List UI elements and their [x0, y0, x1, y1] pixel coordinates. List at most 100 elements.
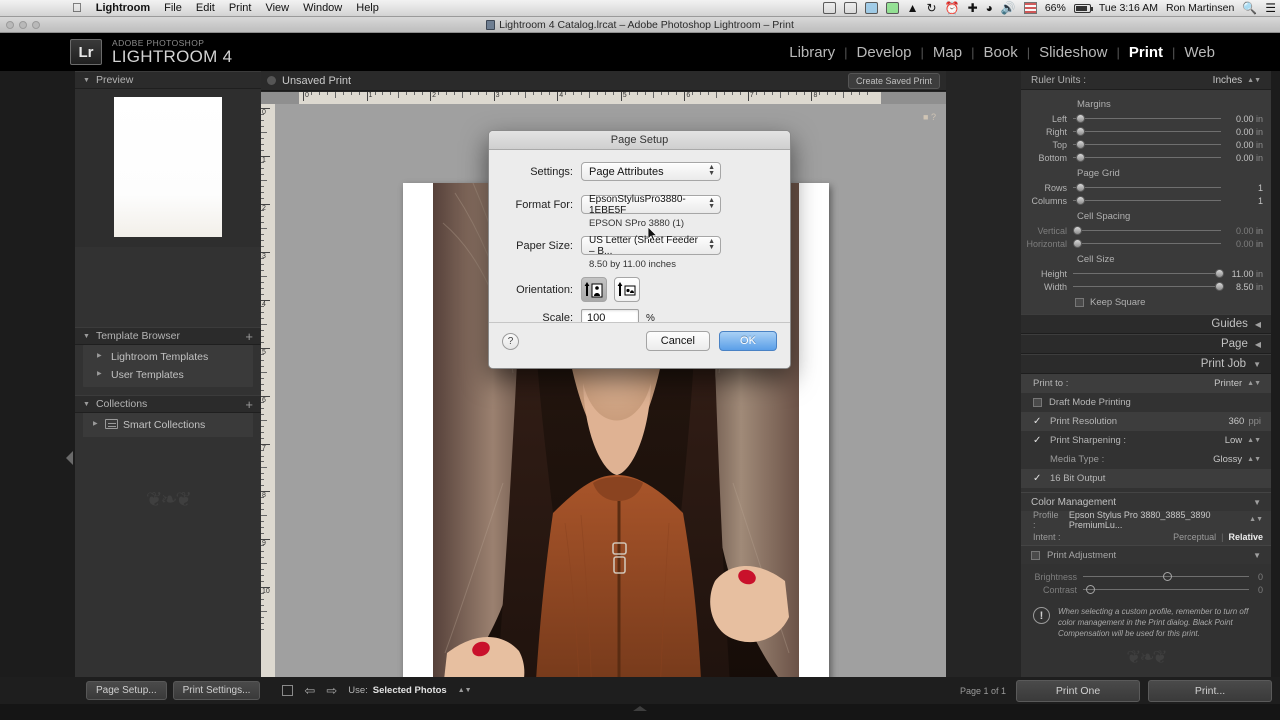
dropbox-icon[interactable] — [864, 2, 878, 14]
sync-icon[interactable]: ↻ — [927, 1, 937, 15]
adjustment-slider-row[interactable]: Contrast 0 — [1021, 583, 1271, 596]
print-resolution-value[interactable]: 360 — [1228, 416, 1244, 427]
chevron-left-icon[interactable]: ◀ — [1255, 340, 1261, 349]
slider-track[interactable] — [1083, 571, 1249, 582]
slider-row[interactable]: Height 11.00 in — [1021, 267, 1271, 280]
slider-knob[interactable] — [1075, 153, 1085, 162]
checkbox-icon[interactable] — [1033, 398, 1042, 407]
plus-icon[interactable]: + — [245, 397, 253, 412]
module-book[interactable]: Book — [975, 44, 1027, 61]
keep-square-checkbox[interactable]: Keep Square — [1075, 297, 1271, 308]
section-guides[interactable]: Guides ◀ — [1021, 314, 1271, 334]
page-setup-button[interactable]: Page Setup... — [86, 681, 167, 700]
create-saved-print-button[interactable]: Create Saved Print — [847, 72, 940, 89]
profile-row[interactable]: Profile : Epson Stylus Pro 3880_3885_389… — [1021, 510, 1271, 530]
slider-value[interactable]: 0.00 in — [1221, 226, 1271, 236]
menu-window[interactable]: Window — [303, 2, 342, 14]
print-to-row[interactable]: Print to : Printer ▲▼ — [1021, 374, 1271, 393]
arrow-left-icon[interactable]: ⇦ — [304, 683, 315, 699]
use-value[interactable]: Selected Photos — [373, 685, 447, 696]
settings-dropdown[interactable]: Page Attributes ▲ ▼ — [581, 162, 721, 181]
checkmark-icon[interactable]: ✓ — [1033, 416, 1043, 427]
ruler-units-value[interactable]: Inches — [1213, 75, 1242, 86]
stepper-icon[interactable]: ▲▼ — [1247, 77, 1261, 84]
window-traffic-lights[interactable] — [6, 21, 40, 29]
ok-button[interactable]: OK — [719, 331, 777, 351]
print-to-value[interactable]: Printer — [1214, 378, 1242, 389]
slider-row[interactable]: Columns 1 — [1021, 194, 1271, 207]
checkmark-icon[interactable]: ✓ — [1033, 473, 1043, 484]
list-item[interactable]: Smart Collections — [83, 416, 253, 434]
module-library[interactable]: Library — [780, 44, 844, 61]
stepper-icon[interactable]: ▲▼ — [1247, 437, 1261, 444]
chevron-down-icon[interactable]: ▼ — [1253, 498, 1261, 507]
plus-icon[interactable]: + — [245, 329, 253, 344]
slider-value[interactable]: 0.00 in — [1221, 153, 1271, 163]
screen-lock-icon[interactable] — [822, 2, 836, 14]
chevron-down-icon[interactable]: ▼ — [1253, 360, 1261, 369]
stepper-icon[interactable]: ▲▼ — [1249, 516, 1263, 523]
print-sharpening-value[interactable]: Low — [1225, 435, 1242, 446]
intent-row[interactable]: Intent : Perceptual | Relative — [1021, 528, 1271, 545]
search-icon[interactable]: 🔍 — [1242, 1, 1257, 15]
slider-track[interactable] — [1073, 238, 1221, 249]
draft-mode-row[interactable]: Draft Mode Printing — [1021, 393, 1271, 412]
print-one-button[interactable]: Print One — [1016, 679, 1140, 702]
orientation-portrait-button[interactable] — [581, 277, 607, 302]
panel-header-collections[interactable]: ▼ Collections + — [75, 395, 261, 413]
screen-record-icon[interactable] — [843, 2, 857, 14]
minimize-button[interactable] — [19, 21, 27, 29]
slider-value[interactable]: 11.00 in — [1221, 269, 1271, 279]
close-button[interactable] — [6, 21, 14, 29]
arrow-right-icon[interactable]: ⇨ — [326, 683, 337, 699]
section-print-job[interactable]: Print Job ▼ — [1021, 354, 1271, 374]
bit-output-row[interactable]: ✓ 16 Bit Output — [1021, 469, 1271, 488]
profile-value[interactable]: Epson Stylus Pro 3880_3885_3890 PremiumL… — [1069, 510, 1249, 530]
airplay-icon[interactable]: ▲ — [907, 1, 919, 15]
page-bleed-toggle-icon[interactable] — [282, 685, 294, 696]
slider-row[interactable]: Vertical 0.00 in — [1021, 224, 1271, 237]
help-button[interactable]: ? — [502, 333, 519, 350]
apple-icon[interactable]:  — [72, 1, 82, 14]
stepper-icon[interactable]: ▲▼ — [708, 164, 715, 177]
slider-track[interactable] — [1073, 281, 1225, 292]
wifi-icon[interactable]: ◕ — [986, 1, 993, 15]
color-management-header[interactable]: Color Management ▼ — [1021, 492, 1271, 511]
slider-row[interactable]: Right 0.00 in — [1021, 125, 1271, 138]
module-map[interactable]: Map — [924, 44, 971, 61]
flag-icon[interactable] — [1023, 2, 1037, 14]
zoom-button[interactable] — [32, 21, 40, 29]
menu-view[interactable]: View — [265, 2, 289, 14]
module-web[interactable]: Web — [1175, 44, 1224, 61]
stepper-icon[interactable]: ▲▼ — [458, 687, 472, 694]
clock[interactable]: Tue 3:16 AM — [1099, 2, 1158, 14]
slider-knob[interactable] — [1215, 269, 1225, 278]
stepper-icon[interactable]: ▲▼ — [1247, 380, 1261, 387]
media-type-value[interactable]: Glossy — [1213, 454, 1242, 465]
intent-relative[interactable]: Relative — [1228, 532, 1263, 542]
slider-row[interactable]: Width 8.50 in — [1021, 280, 1271, 293]
chevron-left-icon[interactable]: ◀ — [1255, 320, 1261, 329]
checkbox-icon[interactable] — [1031, 550, 1040, 560]
print-button[interactable]: Print... — [1148, 679, 1272, 702]
panel-header-template-browser[interactable]: ▼ Template Browser + — [75, 327, 261, 345]
slider-value[interactable]: 8.50 in — [1221, 282, 1271, 292]
slider-knob[interactable] — [1162, 572, 1172, 581]
print-resolution-row[interactable]: ✓ Print Resolution 360 ppi — [1021, 412, 1271, 431]
module-print[interactable]: Print — [1120, 44, 1172, 61]
media-type-row[interactable]: Media Type : Glossy ▲▼ — [1021, 450, 1271, 469]
adjustment-slider-row[interactable]: Brightness 0 — [1021, 570, 1271, 583]
module-develop[interactable]: Develop — [847, 44, 920, 61]
left-panel-toggle-icon[interactable] — [66, 451, 73, 465]
slider-row[interactable]: Left 0.00 in — [1021, 112, 1271, 125]
slider-knob[interactable] — [1075, 196, 1085, 205]
bluetooth-icon[interactable]: ✚ — [968, 1, 978, 15]
list-item[interactable]: Lightroom Templates — [83, 348, 253, 366]
format-for-dropdown[interactable]: EpsonStylusPro3880-1EBE5F ▲ ▼ — [581, 194, 721, 216]
slider-value[interactable]: 0.00 in — [1221, 140, 1271, 150]
slider-track[interactable] — [1073, 139, 1221, 150]
volume-icon[interactable]: 🔊 — [1001, 1, 1016, 15]
filmstrip-toggle-icon[interactable] — [633, 706, 647, 711]
slider-value[interactable]: 0.00 in — [1221, 127, 1271, 137]
page-help-icon[interactable]: ■ ? — [923, 112, 936, 122]
